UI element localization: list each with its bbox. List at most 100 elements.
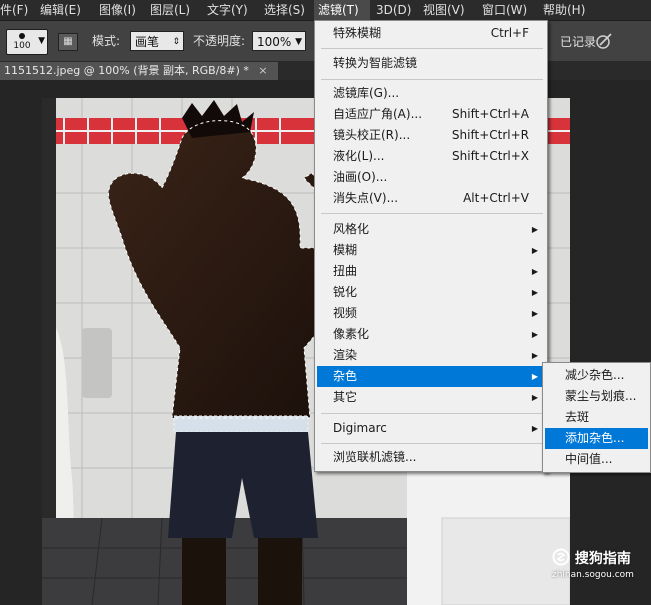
menu-item-digimarc[interactable]: Digimarc ▶	[317, 418, 545, 439]
menu-filter[interactable]: 滤镜(T)	[314, 0, 370, 20]
chevron-down-icon: ▼	[295, 37, 302, 47]
opacity-value: 100%	[257, 35, 292, 49]
menu-item-shortcut: Ctrl+F	[490, 26, 529, 40]
submenu-arrow-icon: ▶	[531, 372, 538, 381]
menu-item-label: 自适应广角(A)...	[333, 107, 423, 121]
menu-item-sharpen[interactable]: 锐化 ▶	[317, 282, 545, 303]
chevron-updown-icon: ⇕	[172, 37, 180, 47]
menu-item-label: 蒙尘与划痕...	[565, 389, 637, 403]
menu-item-vanishing-point[interactable]: 消失点(V)... Alt+Ctrl+V	[317, 188, 545, 209]
sogou-logo-icon	[552, 548, 570, 566]
menu-item-label: 转换为智能滤镜	[333, 56, 418, 70]
menu-item-stylize[interactable]: 风格化 ▶	[317, 219, 545, 240]
submenu-arrow-icon: ▶	[531, 424, 538, 433]
menu-item-label: 油画(O)...	[333, 170, 388, 184]
menu-separator	[321, 213, 543, 214]
menu-window[interactable]: 窗口(W)	[482, 0, 532, 20]
menu-item-label: 扭曲	[333, 264, 358, 278]
menu-item-label: 去斑	[565, 410, 590, 424]
noise-submenu: 减少杂色... 蒙尘与划痕... 去斑 添加杂色... 中间值...	[542, 362, 651, 473]
menu-bar: 件(F) 编辑(E) 图像(I) 图层(L) 文字(Y) 选择(S) 滤镜(T)…	[0, 0, 651, 21]
watermark-url: zhinan.sogou.com	[552, 570, 634, 580]
menu-help[interactable]: 帮助(H)	[543, 0, 593, 20]
menu-item-distort[interactable]: 扭曲 ▶	[317, 261, 545, 282]
menu-item-label: 减少杂色...	[565, 368, 625, 382]
menu-item-lens-correction[interactable]: 镜头校正(R)... Shift+Ctrl+R	[317, 125, 545, 146]
menu-type[interactable]: 文字(Y)	[207, 0, 253, 20]
brush-panel-toggle-icon[interactable]: ▦	[58, 33, 78, 51]
menu-item-shortcut: Shift+Ctrl+R	[451, 128, 529, 142]
menu-layer[interactable]: 图层(L)	[150, 0, 196, 20]
menu-separator	[321, 48, 543, 49]
menu-item-convert-smart-filter[interactable]: 转换为智能滤镜	[317, 53, 545, 74]
menu-item-adaptive-wide-angle[interactable]: 自适应广角(A)... Shift+Ctrl+A	[317, 104, 545, 125]
opacity-field[interactable]: 100% ▼	[252, 31, 306, 51]
chevron-down-icon: ▼	[38, 36, 45, 46]
submenu-arrow-icon: ▶	[531, 288, 538, 297]
filter-menu: 特殊模糊 Ctrl+F 转换为智能滤镜 滤镜库(G)... 自适应广角(A)..…	[314, 20, 548, 472]
menu-item-label: 其它	[333, 390, 358, 404]
menu-item-label: 像素化	[333, 327, 370, 341]
mode-select[interactable]: 画笔 ⇕	[130, 31, 184, 51]
watermark-brand: 搜狗指南	[552, 548, 631, 570]
brush-preset-picker[interactable]: 100 ▼	[6, 29, 48, 55]
menu-view[interactable]: 视图(V)	[423, 0, 469, 20]
menu-item-label: 特殊模糊	[333, 26, 382, 40]
mode-label: 模式:	[92, 34, 121, 48]
menu-item-noise[interactable]: 杂色 ▶	[317, 366, 545, 387]
opacity-label: 不透明度:	[193, 34, 246, 48]
menu-item-label: 模糊	[333, 243, 358, 257]
menu-item-label: 添加杂色...	[565, 431, 625, 445]
menu-item-oil-paint[interactable]: 油画(O)...	[317, 167, 545, 188]
menu-item-label: 视频	[333, 306, 358, 320]
menu-item-smart-blur[interactable]: 特殊模糊 Ctrl+F	[317, 23, 545, 44]
menu-item-label: 镜头校正(R)...	[333, 128, 411, 142]
menu-item-blur[interactable]: 模糊 ▶	[317, 240, 545, 261]
menu-separator	[321, 79, 543, 80]
menu-edit[interactable]: 编辑(E)	[40, 0, 86, 20]
menu-select[interactable]: 选择(S)	[264, 0, 310, 20]
submenu-arrow-icon: ▶	[531, 246, 538, 255]
menu-separator	[321, 443, 543, 444]
menu-item-shortcut: Alt+Ctrl+V	[463, 191, 529, 205]
menu-item-liquify[interactable]: 液化(L)... Shift+Ctrl+X	[317, 146, 545, 167]
watermark-brand-text: 搜狗指南	[574, 551, 631, 567]
menu-item-label: 杂色	[333, 369, 358, 383]
menu-item-label: 中间值...	[565, 452, 613, 466]
menu-item-despeckle[interactable]: 去斑	[545, 407, 648, 428]
menu-item-label: 风格化	[333, 222, 370, 236]
submenu-arrow-icon: ▶	[531, 309, 538, 318]
menu-separator	[321, 413, 543, 414]
watermark: 搜狗指南 zhinan.sogou.com	[552, 548, 650, 588]
menu-item-filter-gallery[interactable]: 滤镜库(G)...	[317, 83, 545, 104]
menu-image[interactable]: 图像(I)	[99, 0, 139, 20]
submenu-arrow-icon: ▶	[531, 267, 538, 276]
menu-item-reduce-noise[interactable]: 减少杂色...	[545, 365, 648, 386]
menu-3d[interactable]: 3D(D)	[376, 0, 412, 20]
menu-item-label: 液化(L)...	[333, 149, 385, 163]
history-brush-label: 已记录	[560, 35, 597, 49]
menu-file[interactable]: 件(F)	[0, 0, 30, 20]
menu-item-dust-scratches[interactable]: 蒙尘与划痕...	[545, 386, 648, 407]
menu-item-video[interactable]: 视频 ▶	[317, 303, 545, 324]
menu-item-add-noise[interactable]: 添加杂色...	[545, 428, 648, 449]
menu-item-label: 锐化	[333, 285, 358, 299]
menu-item-render[interactable]: 渲染 ▶	[317, 345, 545, 366]
menu-item-browse-filters-online[interactable]: 浏览联机滤镜...	[317, 447, 545, 468]
submenu-arrow-icon: ▶	[531, 351, 538, 360]
menu-item-label: 滤镜库(G)...	[333, 86, 400, 100]
menu-item-shortcut: Shift+Ctrl+A	[452, 107, 529, 121]
submenu-arrow-icon: ▶	[531, 225, 538, 234]
document-tab[interactable]: 1151512.jpeg @ 100% (背景 副本, RGB/8#) * ×	[0, 62, 278, 80]
menu-item-label: Digimarc	[333, 421, 387, 435]
brush-tip-icon	[19, 33, 25, 39]
menu-item-other[interactable]: 其它 ▶	[317, 387, 545, 408]
mode-value: 画笔	[135, 35, 160, 49]
close-icon[interactable]: ×	[258, 64, 267, 77]
document-tab-title: 1151512.jpeg @ 100% (背景 副本, RGB/8#) *	[4, 64, 249, 77]
submenu-arrow-icon: ▶	[531, 330, 538, 339]
menu-item-shortcut: Shift+Ctrl+X	[452, 149, 529, 163]
menu-item-pixelate[interactable]: 像素化 ▶	[317, 324, 545, 345]
menu-item-median[interactable]: 中间值...	[545, 449, 648, 470]
pen-pressure-icon[interactable]	[594, 32, 614, 50]
